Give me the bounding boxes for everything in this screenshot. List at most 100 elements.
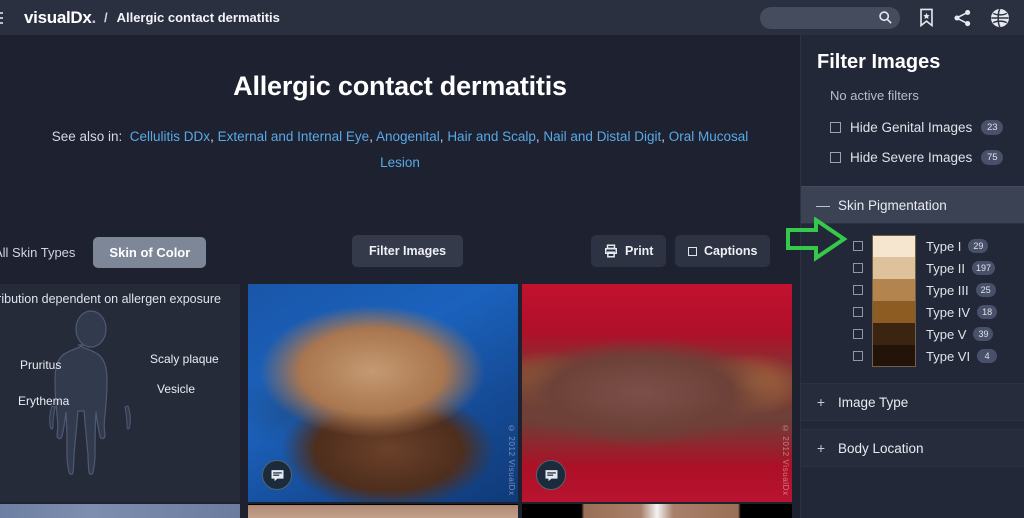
filter-label: Hide Genital Images	[850, 119, 973, 135]
no-active-filters-text: No active filters	[830, 88, 919, 103]
checkbox-icon[interactable]	[853, 263, 863, 273]
see-also-link-nail-and-distal-digit[interactable]: Nail and Distal Digit	[543, 129, 661, 144]
share-icon[interactable]	[953, 9, 972, 27]
pigment-label: Type I	[926, 238, 962, 254]
pigment-count-badge: 39	[973, 327, 994, 341]
image-card-partial-1[interactable]	[0, 504, 240, 518]
image-grid: sh distribution dependent on allergen ex…	[0, 284, 800, 518]
checkbox-icon[interactable]	[853, 285, 863, 295]
section-label: Image Type	[838, 394, 909, 410]
top-bar: visualDx. / Allergic contact dermatitis	[0, 0, 1024, 35]
globe-icon[interactable]	[990, 8, 1010, 28]
see-also-row: See also in: Cellulitis DDx, External an…	[51, 129, 749, 170]
bookmark-star-icon[interactable]	[918, 8, 935, 27]
breadcrumb-separator: /	[103, 10, 108, 25]
see-also-link-cellulitis-ddx[interactable]: Cellulitis DDx	[130, 129, 210, 144]
print-button[interactable]: Print	[591, 235, 667, 267]
pigment-option-type-vi[interactable]: Type VI 4	[801, 345, 1024, 367]
print-button-label: Print	[625, 244, 654, 258]
watermark: © 2012 VisualDx	[781, 424, 790, 496]
section-label: Body Location	[838, 440, 924, 456]
image-card-body-diagram[interactable]: sh distribution dependent on allergen ex…	[0, 284, 240, 502]
filter-count-badge: 75	[981, 149, 1004, 165]
swatch-type-iv	[872, 301, 916, 323]
see-also-label: See also in:	[51, 129, 123, 144]
checkbox-icon[interactable]	[853, 241, 863, 251]
main-content: Allergic contact dermatitis See also in:…	[0, 35, 800, 518]
image-card-partial-2[interactable]	[248, 504, 518, 518]
filter-images-button[interactable]: Filter Images	[352, 235, 464, 267]
tab-all-skin-types[interactable]: All Skin Types	[0, 245, 75, 260]
pigment-label: Type III	[926, 282, 969, 298]
caption-bubble-icon[interactable]	[536, 460, 566, 490]
expand-plus-icon: +	[816, 440, 826, 456]
filter-panel-title: Filter Images	[817, 51, 941, 73]
swatch-type-iii	[872, 279, 916, 301]
pigment-option-type-ii[interactable]: Type II 197	[801, 257, 1024, 279]
filter-hide-genital-images[interactable]: Hide Genital Images 23	[801, 112, 1024, 142]
brand-logo-text: visualDx	[24, 7, 92, 27]
captions-button-label: Captions	[704, 244, 758, 258]
pigment-option-type-iii[interactable]: Type III 25	[801, 279, 1024, 301]
pigment-label: Type V	[926, 326, 967, 342]
speech-bubble-icon	[271, 469, 283, 481]
pigment-count-badge: 4	[977, 349, 998, 363]
captions-checkbox-icon	[688, 246, 697, 256]
checkbox-icon[interactable]	[830, 151, 841, 163]
captions-button[interactable]: Captions	[675, 235, 771, 267]
collapse-minus-icon: —	[816, 197, 830, 213]
tab-skin-of-color[interactable]: Skin of Color	[93, 237, 207, 268]
watermark: © 2012 VisualDx	[507, 424, 516, 496]
breadcrumb: Allergic contact dermatitis	[116, 10, 280, 25]
swatch-type-ii	[872, 257, 916, 279]
page-title: Allergic contact dermatitis	[233, 71, 567, 101]
pigment-count-badge: 18	[977, 305, 998, 319]
pigment-option-type-iv[interactable]: Type IV 18	[801, 301, 1024, 323]
brand-logo-dot: .	[91, 7, 97, 27]
section-skin-pigmentation[interactable]: — Skin Pigmentation	[801, 186, 1024, 224]
swatch-type-i	[872, 235, 916, 257]
diagram-label-scaly-plaque: Scaly plaque	[150, 352, 219, 366]
printer-icon	[605, 244, 617, 258]
checkbox-icon[interactable]	[853, 329, 863, 339]
filter-hide-severe-images[interactable]: Hide Severe Images 75	[801, 142, 1024, 172]
pigment-label: Type VI	[926, 348, 971, 364]
search-icon	[879, 11, 892, 24]
brand-logo[interactable]: visualDx.	[24, 8, 96, 28]
images-toolbar: All Skin Types Skin of Color Filter Imag…	[0, 225, 800, 280]
pigment-count-badge: 25	[975, 283, 996, 297]
pigment-count-badge: 29	[968, 239, 989, 253]
skin-pigmentation-options: Type I 29 Type II 197 Type III 25 Type I…	[801, 224, 1024, 375]
image-card-hands[interactable]: © 2012 VisualDx	[248, 284, 518, 502]
caption-bubble-icon[interactable]	[262, 460, 292, 490]
pigment-option-type-v[interactable]: Type V 39	[801, 323, 1024, 345]
diagram-label-pruritus: Pruritus	[20, 358, 62, 372]
hamburger-menu-icon[interactable]	[0, 11, 6, 24]
checkbox-icon[interactable]	[830, 121, 841, 133]
pigment-label: Type IV	[926, 304, 971, 320]
image-card-leg[interactable]: © 2012 VisualDx	[522, 284, 792, 502]
see-also-link-external-and-internal-eye[interactable]: External and Internal Eye	[218, 129, 370, 144]
filter-label: Hide Severe Images	[850, 149, 973, 165]
see-also-link-anogenital[interactable]: Anogenital	[376, 129, 440, 144]
filter-panel: Filter Images No active filters Hide Gen…	[800, 35, 1024, 518]
pigment-count-badge: 197	[972, 261, 996, 275]
search-input[interactable]	[760, 6, 900, 29]
image-card-partial-3[interactable]	[522, 504, 792, 518]
section-body-location[interactable]: + Body Location	[801, 429, 1024, 467]
diagram-caption: sh distribution dependent on allergen ex…	[0, 292, 221, 306]
checkbox-icon[interactable]	[853, 307, 863, 317]
checkbox-icon[interactable]	[853, 351, 863, 361]
swatch-type-vi	[872, 345, 916, 367]
swatch-type-v	[872, 323, 916, 345]
diagram-label-erythema: Erythema	[18, 394, 70, 408]
expand-plus-icon: +	[816, 394, 826, 410]
pigment-label: Type II	[926, 260, 966, 276]
pigment-option-type-i[interactable]: Type I 29	[801, 235, 1024, 257]
speech-bubble-icon	[545, 469, 557, 481]
diagram-label-vesicle: Vesicle	[157, 382, 196, 396]
see-also-link-hair-and-scalp[interactable]: Hair and Scalp	[447, 129, 536, 144]
section-image-type[interactable]: + Image Type	[801, 383, 1024, 421]
image-grid-next-row	[0, 504, 800, 518]
filter-count-badge: 23	[981, 119, 1004, 135]
